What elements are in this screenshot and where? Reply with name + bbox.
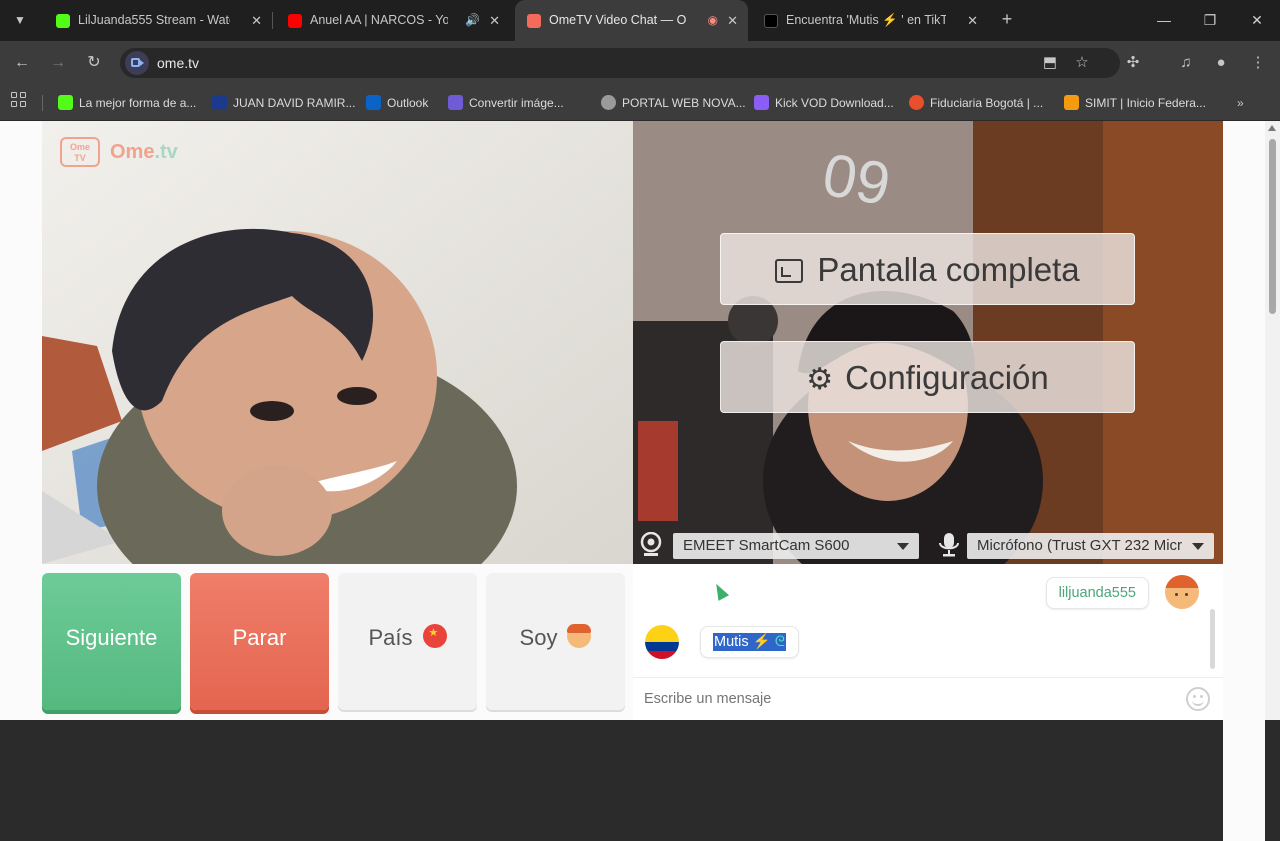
partner-video: Ome TV Ome.tv [42, 121, 633, 564]
bookmarks-bar: La mejor forma de a... JUAN DAVID RAMIR.… [0, 85, 1280, 121]
boy-avatar-icon [1165, 575, 1199, 609]
next-button[interactable]: Siguiente [42, 573, 181, 710]
chat-scrollbar[interactable] [1210, 609, 1215, 669]
tab-search-button[interactable]: ▼ [8, 8, 32, 32]
lightning-icon: ⚡ [752, 634, 771, 650]
scrollbar-thumb[interactable] [1269, 139, 1276, 314]
self-video: 09 Pantalla completa ⚙ Configuración EMEE… [633, 121, 1223, 564]
browser-chrome: ▼ LilJuanda555 Stream - Watch Li ✕ Anuel… [0, 0, 1280, 121]
tab-ometv[interactable]: OmeTV Video Chat — Ome ◉ ✕ [515, 0, 748, 41]
logo-text: Ome [110, 141, 155, 163]
gear-icon: ⚙ [806, 363, 834, 396]
my-name-bubble: liljuanda555 [1045, 577, 1149, 609]
tiktok-emoji-icon: ᘓ [774, 634, 785, 650]
navigation-toolbar: ← → ↻ ome.tv ⬒ ☆ ✣ ♫ ● ⋮ [0, 41, 1280, 85]
menu-kebab-icon[interactable]: ⋮ [1246, 51, 1270, 75]
fullscreen-icon [775, 259, 804, 283]
microphone-icon [939, 533, 959, 557]
tab-title: Encuentra 'Mutis ⚡ ' en TikTok [786, 13, 946, 27]
tab-kick-stream[interactable]: LilJuanda555 Stream - Watch Li ✕ [44, 6, 272, 35]
tab-title: LilJuanda555 Stream - Watch Li [78, 13, 230, 27]
recording-icon: ◉ [707, 13, 718, 27]
message-input[interactable] [644, 686, 1174, 712]
profile-avatar-icon[interactable]: ● [1209, 51, 1233, 75]
bookmark-item[interactable]: Convertir imáge... [448, 92, 564, 114]
ometv-favicon-icon [527, 13, 541, 28]
extensions-icon[interactable]: ✣ [1121, 51, 1145, 75]
close-window-icon[interactable]: ✕ [1245, 8, 1269, 32]
settings-button[interactable]: ⚙ Configuración [720, 341, 1135, 413]
ometv-page: Ome TV Ome.tv 09 Pantalla completa ⚙ Confi… [0, 121, 1280, 841]
close-tab-icon[interactable]: ✕ [967, 6, 978, 35]
bookmark-item[interactable]: Kick VOD Download... [754, 92, 894, 114]
restore-icon[interactable]: ❐ [1198, 8, 1222, 32]
tiktok-favicon-icon [764, 13, 778, 28]
bookmark-favicon-icon [1064, 95, 1079, 110]
media-control-icon[interactable]: ♫ [1174, 51, 1198, 75]
gender-filter-button[interactable]: Soy [486, 573, 625, 710]
bookmark-item[interactable]: PORTAL WEB NOVA... [601, 92, 746, 114]
reload-icon[interactable]: ↻ [82, 51, 106, 75]
address-bar[interactable]: ome.tv ⬒ ☆ [120, 48, 1120, 78]
emoji-picker-icon[interactable] [1186, 687, 1210, 711]
microphone-select[interactable]: Micrófono (Trust GXT 232 Micr [967, 533, 1214, 559]
back-icon[interactable]: ← [10, 51, 34, 75]
tab-title: OmeTV Video Chat — Ome [549, 13, 686, 27]
fullscreen-button[interactable]: Pantalla completa [720, 233, 1135, 305]
url-text[interactable]: ome.tv [157, 48, 199, 78]
colombia-flag-icon [645, 625, 679, 659]
boy-emoji-icon [567, 624, 592, 648]
bookmark-favicon-icon [212, 95, 227, 110]
bookmark-favicon-icon [754, 95, 769, 110]
svg-text:09: 09 [818, 141, 895, 219]
kick-favicon-icon [56, 13, 70, 28]
country-filter-button[interactable]: País ★ [338, 573, 477, 710]
close-tab-icon[interactable]: ✕ [489, 6, 500, 35]
logo-suffix: .tv [154, 141, 178, 163]
bookmark-item[interactable]: La mejor forma de a... [58, 92, 196, 114]
chevron-down-icon [1192, 543, 1204, 550]
camera-select[interactable]: EMEET SmartCam S600 [673, 533, 919, 559]
tv-logo-icon: Ome TV [60, 137, 100, 167]
bookmark-star-icon[interactable]: ☆ [1070, 51, 1094, 75]
tab-strip: ▼ LilJuanda555 Stream - Watch Li ✕ Anuel… [0, 0, 1280, 41]
outlook-icon [366, 95, 381, 110]
bookmark-item[interactable]: SIMIT | Inicio Federa... [1064, 92, 1206, 114]
bookmark-favicon-icon [909, 95, 924, 110]
site-info-icon[interactable] [125, 51, 149, 75]
minimize-icon[interactable]: — [1152, 8, 1176, 32]
apps-grid-icon[interactable] [11, 92, 27, 108]
china-flag-icon: ★ [422, 624, 447, 648]
partner-name-bubble: Mutis ⚡ ᘓ [700, 626, 799, 658]
more-bookmarks-icon[interactable]: » [1237, 92, 1244, 114]
chevron-down-icon [897, 543, 909, 550]
webcam-icon [640, 532, 662, 556]
device-selectors: EMEET SmartCam S600 Micrófono (Trust GXT… [633, 526, 1223, 564]
scroll-up-icon[interactable] [1268, 125, 1276, 131]
tab-title: Anuel AA | NARCOS - YouTube [310, 13, 448, 27]
close-tab-icon[interactable]: ✕ [251, 6, 262, 35]
tab-youtube[interactable]: Anuel AA | NARCOS - YouTube 🔊 ✕ [276, 6, 510, 35]
bookmark-item[interactable]: Fiduciaria Bogotá | ... [909, 92, 1043, 114]
close-tab-icon[interactable]: ✕ [727, 0, 738, 41]
page-scrollbar[interactable] [1265, 121, 1280, 720]
stop-button[interactable]: Parar [190, 573, 329, 710]
speaker-icon[interactable]: 🔊 [465, 6, 480, 35]
bookmark-item[interactable]: Outlook [366, 92, 428, 114]
bookmark-item[interactable]: JUAN DAVID RAMIR... [212, 92, 355, 114]
new-tab-button[interactable]: + [996, 8, 1018, 30]
right-gutter [1223, 242, 1265, 841]
bookmark-favicon-icon [58, 95, 73, 110]
pdf-icon [448, 95, 463, 110]
globe-icon [601, 95, 616, 110]
partner-video-frame [42, 121, 633, 564]
install-app-icon[interactable]: ⬒ [1038, 51, 1062, 75]
youtube-favicon-icon [288, 13, 302, 28]
tab-tiktok[interactable]: Encuentra 'Mutis ⚡ ' en TikTok ✕ [752, 6, 988, 35]
forward-icon[interactable]: → [46, 51, 70, 75]
